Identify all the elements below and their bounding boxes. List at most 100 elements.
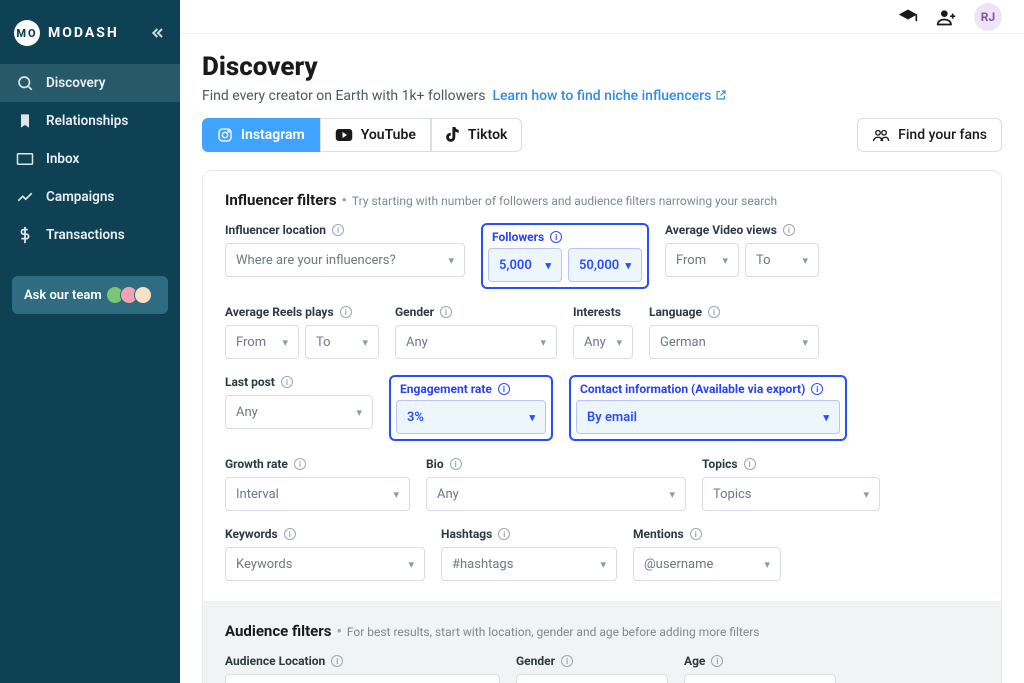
instagram-icon <box>217 127 233 143</box>
last-post-select[interactable]: Any▾ <box>225 395 373 429</box>
info-icon[interactable]: i <box>340 306 352 318</box>
collapse-sidebar-button[interactable] <box>150 25 166 41</box>
youtube-icon <box>335 128 353 142</box>
info-icon[interactable]: i <box>284 528 296 540</box>
avg-reels-label: Average Reels plays <box>225 305 334 319</box>
section-hint: For best results, start with location, g… <box>347 625 760 639</box>
engagement-select[interactable]: 3%▾ <box>396 400 546 434</box>
gender-select[interactable]: Any▾ <box>395 325 557 359</box>
logo-badge: MO <box>14 20 40 46</box>
interests-label: Interests <box>573 305 621 319</box>
logo[interactable]: MO MODASH <box>14 20 119 46</box>
sidebar-item-relationships[interactable]: Relationships <box>0 102 180 140</box>
info-icon[interactable]: i <box>440 306 452 318</box>
topbar: RJ <box>180 0 1024 34</box>
info-icon[interactable]: i <box>561 655 573 667</box>
followers-label: Followers <box>492 230 544 244</box>
academy-icon[interactable] <box>898 7 918 27</box>
influencer-location-label: Influencer location <box>225 223 326 237</box>
sidebar-item-label: Relationships <box>46 113 128 129</box>
sidebar-item-inbox[interactable]: Inbox <box>0 140 180 178</box>
tab-instagram[interactable]: Instagram <box>202 118 320 152</box>
audience-age-label: Age <box>684 654 705 668</box>
tiktok-icon <box>446 127 460 143</box>
user-avatar[interactable]: RJ <box>974 3 1002 31</box>
keywords-select[interactable]: Keywords▾ <box>225 547 425 581</box>
bio-label: Bio <box>426 457 444 471</box>
tab-youtube[interactable]: YouTube <box>320 118 431 152</box>
tab-label: Tiktok <box>468 127 507 143</box>
info-icon[interactable]: i <box>281 376 293 388</box>
avg-video-from-select[interactable]: From▾ <box>665 243 739 277</box>
sidebar-item-discovery[interactable]: Discovery <box>0 64 180 102</box>
language-select[interactable]: German▾ <box>649 325 819 359</box>
hashtags-label: Hashtags <box>441 527 492 541</box>
platform-tabs: Instagram YouTube Tiktok <box>202 118 522 152</box>
sidebar-item-label: Discovery <box>46 75 105 91</box>
sidebar-item-transactions[interactable]: Transactions <box>0 216 180 254</box>
contact-select[interactable]: By email▾ <box>576 400 840 434</box>
info-icon[interactable]: i <box>783 224 795 236</box>
avg-video-to-select[interactable]: To▾ <box>745 243 819 277</box>
info-icon[interactable]: i <box>550 231 562 243</box>
sidebar-nav: Discovery Relationships Inbox Campaigns … <box>0 64 180 254</box>
tab-label: YouTube <box>361 127 416 143</box>
audience-gender-select[interactable]: Add gender▾ <box>516 674 668 683</box>
info-icon[interactable]: i <box>811 383 823 395</box>
section-hint: Try starting with number of followers an… <box>352 194 777 208</box>
bookmark-icon <box>16 112 34 130</box>
info-icon[interactable]: i <box>332 224 344 236</box>
avg-video-label: Average Video views <box>665 223 777 237</box>
topics-label: Topics <box>702 457 738 471</box>
engagement-label: Engagement rate <box>400 382 492 396</box>
growth-select[interactable]: Interval▾ <box>225 477 410 511</box>
fans-icon <box>872 128 890 142</box>
tab-label: Instagram <box>241 127 305 143</box>
avg-reels-to-select[interactable]: To▾ <box>305 325 379 359</box>
info-icon[interactable]: i <box>498 528 510 540</box>
find-fans-button[interactable]: Find your fans <box>857 118 1002 152</box>
info-icon[interactable]: i <box>498 383 510 395</box>
info-icon[interactable]: i <box>450 458 462 470</box>
info-icon[interactable]: i <box>690 528 702 540</box>
last-post-label: Last post <box>225 375 275 389</box>
keywords-label: Keywords <box>225 527 278 541</box>
avg-reels-from-select[interactable]: From▾ <box>225 325 299 359</box>
tab-tiktok[interactable]: Tiktok <box>431 118 522 152</box>
gender-label: Gender <box>395 305 434 319</box>
mentions-select[interactable]: @username▾ <box>633 547 781 581</box>
ask-team-label: Ask our team <box>24 288 102 303</box>
find-fans-label: Find your fans <box>898 127 987 143</box>
contact-label: Contact information (Available via expor… <box>580 382 805 396</box>
growth-label: Growth rate <box>225 457 288 471</box>
influencer-filters-section: Influencer filters•Try starting with num… <box>203 171 1001 601</box>
info-icon[interactable]: i <box>331 655 343 667</box>
sidebar-item-label: Campaigns <box>46 189 114 205</box>
inbox-icon <box>16 150 34 168</box>
team-avatars <box>110 286 152 304</box>
followers-min-select[interactable]: 5,000▾ <box>488 248 562 282</box>
hashtags-select[interactable]: #hashtags▾ <box>441 547 617 581</box>
influencer-location-select[interactable]: Where are your influencers?▾ <box>225 243 465 277</box>
trend-icon <box>16 188 34 206</box>
info-icon[interactable]: i <box>744 458 756 470</box>
followers-max-select[interactable]: 50,000▾ <box>568 248 642 282</box>
add-user-icon[interactable] <box>936 7 956 27</box>
mentions-label: Mentions <box>633 527 684 541</box>
audience-gender-label: Gender <box>516 654 555 668</box>
sidebar-item-label: Transactions <box>46 227 125 243</box>
interests-select[interactable]: Any▾ <box>573 325 633 359</box>
sidebar-item-label: Inbox <box>46 151 79 167</box>
ask-team-button[interactable]: Ask our team <box>12 276 168 314</box>
audience-age-select[interactable]: Add age▾ <box>684 674 836 683</box>
info-icon[interactable]: i <box>711 655 723 667</box>
page-title: Discovery <box>202 52 1002 82</box>
topics-select[interactable]: Topics▾ <box>702 477 880 511</box>
learn-link[interactable]: Learn how to find niche influencers <box>492 88 726 104</box>
sidebar-item-campaigns[interactable]: Campaigns <box>0 178 180 216</box>
info-icon[interactable]: i <box>708 306 720 318</box>
audience-filters-section: Audience filters•For best results, start… <box>203 601 1001 683</box>
audience-location-select[interactable]: Italy▾ <box>225 674 500 683</box>
bio-select[interactable]: Any▾ <box>426 477 686 511</box>
info-icon[interactable]: i <box>294 458 306 470</box>
